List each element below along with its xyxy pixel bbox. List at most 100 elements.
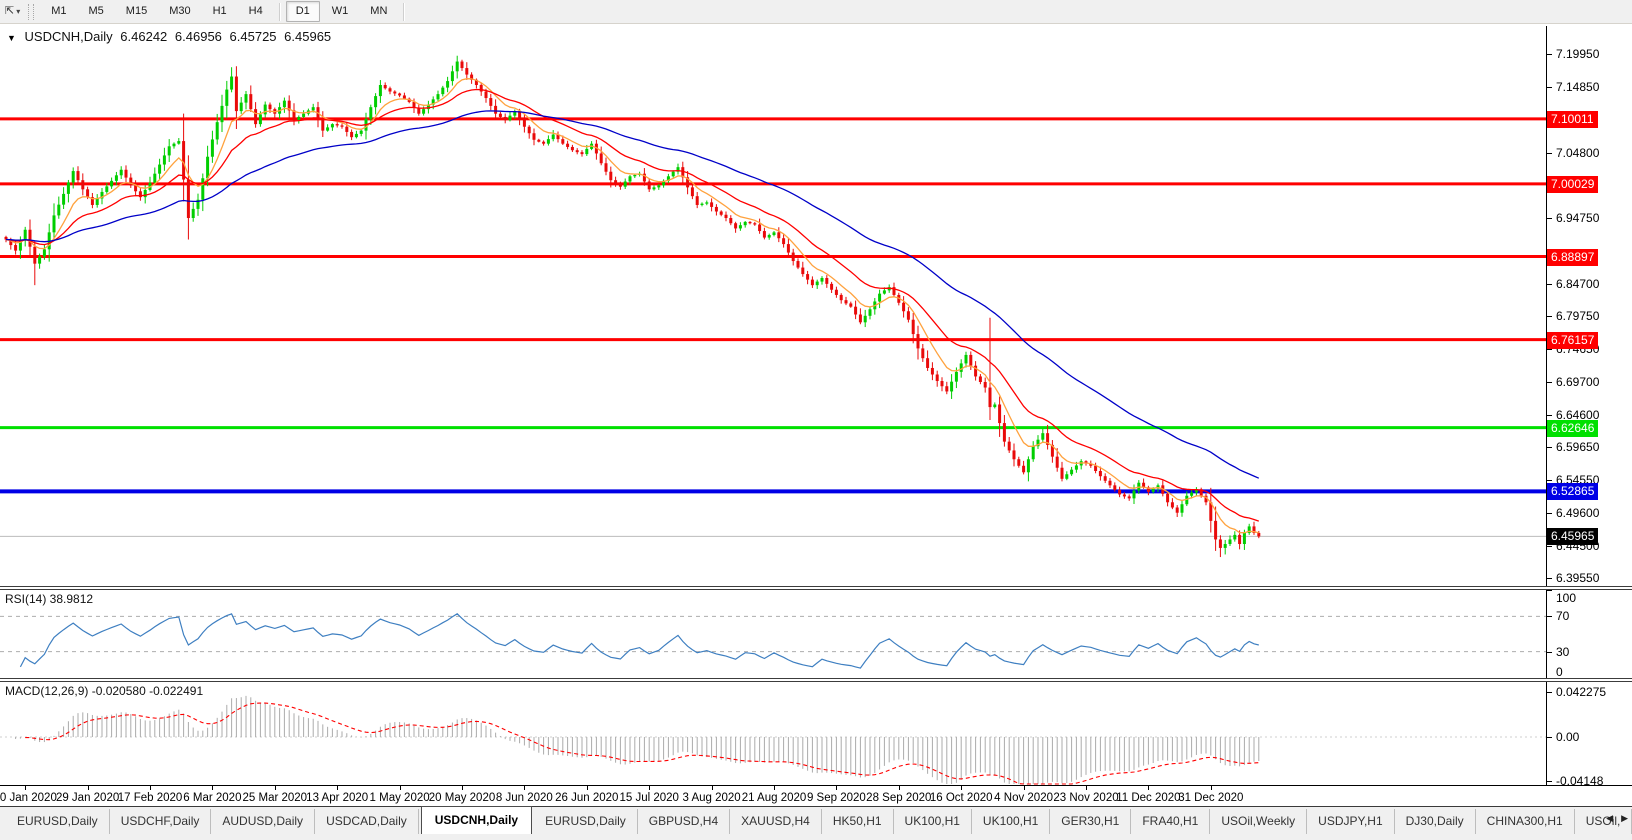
candle-up: [1041, 433, 1044, 440]
price-tick-label: 7.14850: [1556, 80, 1599, 94]
candle-down: [1214, 521, 1217, 540]
candle-down: [801, 268, 804, 275]
price-tick-label: 7.04800: [1556, 146, 1599, 160]
timeframe-button-m1[interactable]: M1: [41, 1, 76, 22]
timeframe-button-mn[interactable]: MN: [360, 1, 397, 22]
candle-down: [576, 150, 579, 152]
candle-down: [902, 303, 905, 311]
chart-mode-dropdown-icon[interactable]: ⇱ ▾: [2, 5, 23, 18]
timeframe-button-h1[interactable]: H1: [203, 1, 237, 22]
toolbar: ⇱ ▾ M1M5M15M30H1H4 D1W1MN: [0, 0, 1632, 24]
candle-down: [1099, 471, 1102, 476]
chart-tab-usdcad-daily[interactable]: USDCAD,Daily: [315, 809, 419, 834]
rsi-tick: [1547, 652, 1552, 653]
chart-tab-usdjpy-h1[interactable]: USDJPY,H1: [1307, 809, 1394, 834]
date-tick: [462, 786, 463, 790]
chart-tab-gbpusd-h4[interactable]: GBPUSD,H4: [638, 809, 730, 834]
panel-splitter[interactable]: [0, 678, 1632, 682]
macd-tick: [1547, 692, 1552, 693]
chart-tab-ger30-h1[interactable]: GER30,H1: [1050, 809, 1131, 834]
chart-tab-eurusd-daily[interactable]: EURUSD,Daily: [534, 809, 638, 834]
chart-tab-usdcnh-daily[interactable]: USDCNH,Daily: [421, 806, 532, 834]
rsi-tick-label: 0: [1556, 665, 1563, 679]
candle-down: [840, 295, 843, 300]
candle-up: [173, 144, 176, 147]
time-axis[interactable]: 10 Jan 202029 Jan 202017 Feb 20206 Mar 2…: [0, 785, 1632, 806]
candle-down: [1166, 494, 1169, 502]
level-price-label: 6.62646: [1547, 420, 1598, 437]
tab-scroll-left-icon[interactable]: ◀: [1606, 813, 1613, 824]
chevron-down-icon: ▾: [16, 7, 20, 16]
candle-down: [1118, 490, 1121, 495]
date-tick: [1148, 786, 1149, 790]
timeframe-button-m15[interactable]: M15: [116, 1, 157, 22]
candle-up: [259, 114, 262, 124]
collapse-ohlc-icon[interactable]: ▼: [7, 33, 16, 43]
level-price-label: 6.76157: [1547, 332, 1598, 349]
candle-down: [806, 274, 809, 280]
chart-tab-usoil-weekly[interactable]: USOil,Weekly: [1210, 809, 1307, 834]
candle-down: [648, 182, 651, 190]
price-tick-label: 6.39550: [1556, 571, 1599, 585]
candle-up: [624, 182, 627, 187]
chart-tab-hk50-h1[interactable]: HK50,H1: [822, 809, 894, 834]
chart-tab-uk100-h1[interactable]: UK100,H1: [972, 809, 1050, 834]
rsi-indicator-label: RSI(14) 38.9812: [5, 592, 93, 606]
chart-tab-uk100-h1[interactable]: UK100,H1: [894, 809, 972, 834]
panel-splitter[interactable]: [0, 586, 1632, 590]
level-price-label: 6.88897: [1547, 249, 1598, 266]
candle-up: [883, 290, 886, 293]
candle-up: [821, 278, 824, 282]
candle-down: [614, 180, 617, 183]
candle-down: [465, 68, 468, 75]
price-tick: [1547, 447, 1552, 448]
candle-up: [1152, 489, 1155, 492]
toolbar-separator: [279, 3, 280, 21]
candle-down: [523, 119, 526, 127]
candle-down: [787, 244, 790, 252]
chart-ohlc-header: ▼ USDCNH,Daily 6.46242 6.46956 6.45725 6…: [7, 29, 335, 44]
candle-down: [1113, 485, 1116, 490]
candle-down: [725, 215, 728, 218]
macd-chart-canvas[interactable]: [0, 682, 1546, 785]
tab-scroll-right-icon[interactable]: ▶: [1621, 813, 1628, 824]
timeframe-button-w1[interactable]: W1: [322, 1, 359, 22]
price-chart-canvas[interactable]: [0, 26, 1546, 586]
candle-down: [605, 163, 608, 171]
chart-tab-eurusd-daily[interactable]: EURUSD,Daily: [6, 809, 110, 834]
timeframe-button-h4[interactable]: H4: [239, 1, 273, 22]
chart-tab-dj30-daily[interactable]: DJ30,Daily: [1395, 809, 1476, 834]
candle-down: [1056, 457, 1059, 468]
chart-tab-audusd-daily[interactable]: AUDUSD,Daily: [211, 809, 315, 834]
rsi-chart-canvas[interactable]: [0, 590, 1546, 678]
candle-up: [456, 62, 459, 72]
timeframe-button-d1[interactable]: D1: [286, 1, 320, 22]
candle-up: [379, 85, 382, 96]
candle-up: [312, 107, 315, 110]
chart-tab-china300-h1[interactable]: CHINA300,H1: [1476, 809, 1575, 834]
candle-down: [86, 189, 89, 197]
level-price-label: 7.00029: [1547, 176, 1598, 193]
chart-tab-fra40-h1[interactable]: FRA40,H1: [1131, 809, 1210, 834]
ohlc-open: 6.46242: [120, 29, 167, 44]
chart-tab-usdchf-daily[interactable]: USDCHF,Daily: [110, 809, 212, 834]
timeframe-button-m30[interactable]: M30: [159, 1, 200, 22]
toolbar-grip-handle[interactable]: [28, 4, 34, 20]
candle-down: [1022, 466, 1025, 473]
candle-down: [125, 170, 128, 178]
price-tick-label: 6.69700: [1556, 375, 1599, 389]
candle-up: [201, 178, 204, 200]
candle-down: [758, 225, 761, 232]
candle-down: [1257, 533, 1260, 536]
candle-up: [374, 96, 377, 107]
candle-up: [441, 88, 444, 95]
candle-up: [955, 372, 958, 382]
chart-tab-xauusd-h4[interactable]: XAUUSD,H4: [730, 809, 822, 834]
candle-down: [854, 307, 857, 315]
candle-down: [494, 106, 497, 114]
timeframe-button-m5[interactable]: M5: [79, 1, 114, 22]
candle-up: [110, 181, 113, 187]
price-tick: [1547, 415, 1552, 416]
candle-up: [629, 176, 632, 181]
toolbar-separator: [403, 3, 404, 21]
